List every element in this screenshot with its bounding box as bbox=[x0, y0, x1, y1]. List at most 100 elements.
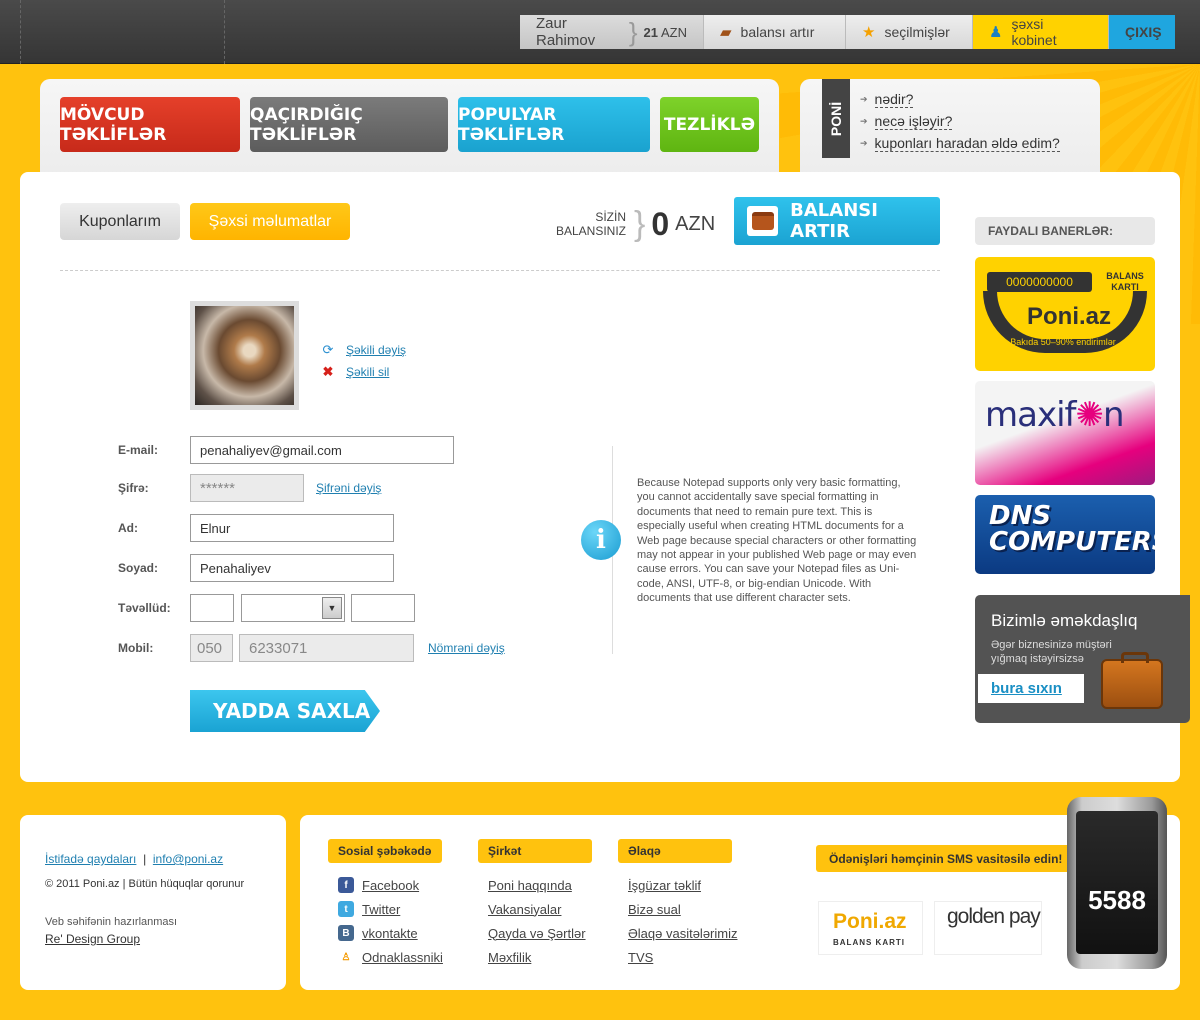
email-link[interactable]: info@poni.az bbox=[153, 852, 223, 866]
company-item: Vakansiyalar bbox=[478, 897, 592, 921]
mobile-row: Mobil: 050 6233071 Nömrəni dəyiş bbox=[118, 634, 505, 662]
surname-field[interactable]: Penahaliyev bbox=[190, 554, 394, 582]
star-icon: ★ bbox=[862, 24, 876, 41]
odnoklassniki-link[interactable]: Odnaklassniki bbox=[362, 950, 443, 965]
tab-my-coupons[interactable]: Kuponlarım bbox=[60, 203, 180, 240]
separator: | bbox=[139, 852, 150, 866]
mobile-prefix-field: 050 bbox=[190, 634, 233, 662]
vkontakte-link[interactable]: vkontakte bbox=[362, 926, 418, 941]
tab-personal-info[interactable]: Şəxsi məlumatlar bbox=[190, 203, 350, 240]
cabinet-nav-label: şəxsi kobinet bbox=[1011, 16, 1057, 48]
vkontakte-icon: B bbox=[338, 925, 354, 941]
profile-card: Kuponlarım Şəxsi məlumatlar SİZİN BALANS… bbox=[20, 172, 1190, 782]
vacancies-link[interactable]: Vakansiyalar bbox=[488, 902, 561, 917]
avatar-image bbox=[195, 306, 294, 405]
password-field: ****** bbox=[190, 474, 304, 502]
footer-left: İstifadə qaydaları | info@poni.az © 2011… bbox=[20, 815, 286, 990]
tvs-link[interactable]: TVS bbox=[628, 950, 653, 965]
delete-icon: ✖ bbox=[322, 364, 334, 379]
user-balance: 21 bbox=[643, 24, 658, 40]
tab-missed-offers[interactable]: QAÇIRDIĞIÇ TƏKLİFLƏR bbox=[250, 97, 448, 152]
arrow-icon: ➔ bbox=[860, 116, 868, 126]
exit-button[interactable]: ÇIXIŞ bbox=[1109, 15, 1175, 49]
birth-month-select[interactable]: ▼ bbox=[241, 594, 345, 622]
user-icon: ♟ bbox=[989, 24, 1003, 41]
help-link-what[interactable]: nədir? bbox=[874, 91, 914, 108]
email-field[interactable]: penahaliyev@gmail.com bbox=[190, 436, 454, 464]
change-photo-link[interactable]: Şəkili dəyiş bbox=[346, 343, 406, 357]
banner-maxifon[interactable]: maxif✺n bbox=[975, 381, 1155, 485]
refresh-icon: ⟳ bbox=[322, 342, 334, 357]
change-password-link[interactable]: Şifrəni dəyiş bbox=[316, 481, 381, 495]
birth-row: Təvəllüd: ▼ bbox=[118, 594, 415, 622]
name-label: Ad: bbox=[118, 521, 138, 535]
help-link-where[interactable]: kuponları haradan əldə edim? bbox=[874, 135, 1060, 152]
surname-row: Soyad: Penahaliyev bbox=[118, 554, 394, 582]
user-info[interactable]: Zaur Rahimov } 21 AZN bbox=[520, 15, 704, 49]
banner-dns-computers[interactable]: DNS COMPUTERS bbox=[975, 495, 1155, 574]
help-box: PONİ ➔ nədir? ➔ necə işləyir? ➔ kuponları h… bbox=[800, 79, 1100, 179]
name-row: Ad: Elnur bbox=[118, 514, 394, 542]
facebook-link[interactable]: Facebook bbox=[362, 878, 419, 893]
tab-coming-soon[interactable]: TEZLİKLƏ bbox=[660, 97, 759, 152]
cooperation-button[interactable]: bura sıxın bbox=[978, 674, 1084, 703]
photo-change-row: ⟳ Şəkili dəyiş bbox=[320, 339, 406, 361]
twitter-link[interactable]: Twitter bbox=[362, 902, 400, 917]
email-label: E-mail: bbox=[118, 443, 159, 457]
help-item: ➔ necə işləyir? bbox=[860, 113, 1060, 130]
phone-image: 5588 bbox=[1067, 797, 1167, 969]
arrow-icon: ➔ bbox=[860, 138, 868, 148]
facebook-icon: f bbox=[338, 877, 354, 893]
brace-divider: } bbox=[634, 204, 646, 243]
wallet-icon: ▰ bbox=[720, 24, 732, 41]
business-offer-link[interactable]: İşgüzar təklif bbox=[628, 878, 701, 893]
help-item: ➔ kuponları haradan əldə edim? bbox=[860, 135, 1060, 152]
tab-current-offers[interactable]: MÖVCUD TƏKLİFLƏR bbox=[60, 97, 240, 152]
save-button[interactable]: YADDA SAXLA bbox=[190, 690, 380, 732]
footer-contact: Əlaqə İşgüzar təklif Bizə sual Əlaqə vas… bbox=[618, 839, 737, 969]
brace-divider: } bbox=[628, 16, 638, 47]
divider bbox=[60, 270, 940, 271]
about-link[interactable]: Poni haqqında bbox=[488, 878, 572, 893]
contact-means-link[interactable]: Əlaqə vasitələrimiz bbox=[628, 926, 737, 941]
company-item: Poni haqqında bbox=[478, 873, 592, 897]
offer-tabs-panel: MÖVCUD TƏKLİFLƏR QAÇIRDIĞIÇ TƏKLİFLƏR PO… bbox=[40, 79, 779, 179]
password-label: Şifrə: bbox=[118, 481, 149, 495]
topup-nav-button[interactable]: ▰ balansı artır bbox=[704, 15, 846, 49]
delete-photo-link[interactable]: Şəkili sil bbox=[346, 365, 389, 379]
goldenpay-logo[interactable]: golden pay bbox=[934, 901, 1042, 955]
copyright: © 2011 Poni.az | Bütün hüquqlar qorunur bbox=[45, 878, 245, 890]
rules-link[interactable]: İstifadə qaydaları bbox=[45, 852, 136, 866]
banner-poni-card[interactable]: 0000000000 BALANS KARTI Poni.az Bakıda 5… bbox=[975, 257, 1155, 371]
favorites-nav-button[interactable]: ★ seçilmişlər bbox=[846, 15, 973, 49]
name-field[interactable]: Elnur bbox=[190, 514, 394, 542]
birth-year-field[interactable] bbox=[351, 594, 415, 622]
balance-display: SİZİN BALANSINIZ } 0 AZN bbox=[550, 204, 715, 244]
poni-card-logo[interactable]: Poni.az BALANS KARTI bbox=[818, 901, 923, 955]
info-icon: i bbox=[581, 520, 621, 560]
change-mobile-link[interactable]: Nömrəni dəyiş bbox=[428, 641, 505, 655]
birth-day-field[interactable] bbox=[190, 594, 234, 622]
topup-balance-button[interactable]: BALANSI ARTIR bbox=[734, 197, 940, 245]
help-link-how[interactable]: necə işləyir? bbox=[874, 113, 953, 130]
surname-label: Soyad: bbox=[118, 561, 159, 575]
decor-line bbox=[20, 0, 21, 64]
briefcase-icon bbox=[1101, 652, 1163, 709]
contact-item: TVS bbox=[618, 945, 737, 969]
tab-popular-offers[interactable]: POPULYAR TƏKLİFLƏR bbox=[458, 97, 650, 152]
ask-question-link[interactable]: Bizə sual bbox=[628, 902, 681, 917]
balance-label: SİZİN BALANSINIZ bbox=[555, 210, 626, 238]
privacy-link[interactable]: Məxfilik bbox=[488, 950, 531, 965]
balance-amount: 0 bbox=[651, 205, 670, 242]
terms-link[interactable]: Qayda və Şərtlər bbox=[488, 926, 586, 941]
made-by-link[interactable]: Re' Design Group bbox=[45, 932, 140, 946]
cabinet-nav-button[interactable]: ♟ şəxsi kobinet bbox=[973, 15, 1109, 49]
dropdown-arrow-icon: ▼ bbox=[322, 597, 342, 619]
sms-number: 5588 bbox=[1076, 811, 1158, 954]
exit-label: ÇIXIŞ bbox=[1125, 24, 1162, 40]
topup-nav-label: balansı artır bbox=[740, 24, 815, 40]
maxifon-logo: maxif✺n bbox=[985, 395, 1125, 435]
company-heading: Şirkət bbox=[478, 839, 592, 863]
decor-line bbox=[224, 0, 225, 64]
twitter-icon: t bbox=[338, 901, 354, 917]
